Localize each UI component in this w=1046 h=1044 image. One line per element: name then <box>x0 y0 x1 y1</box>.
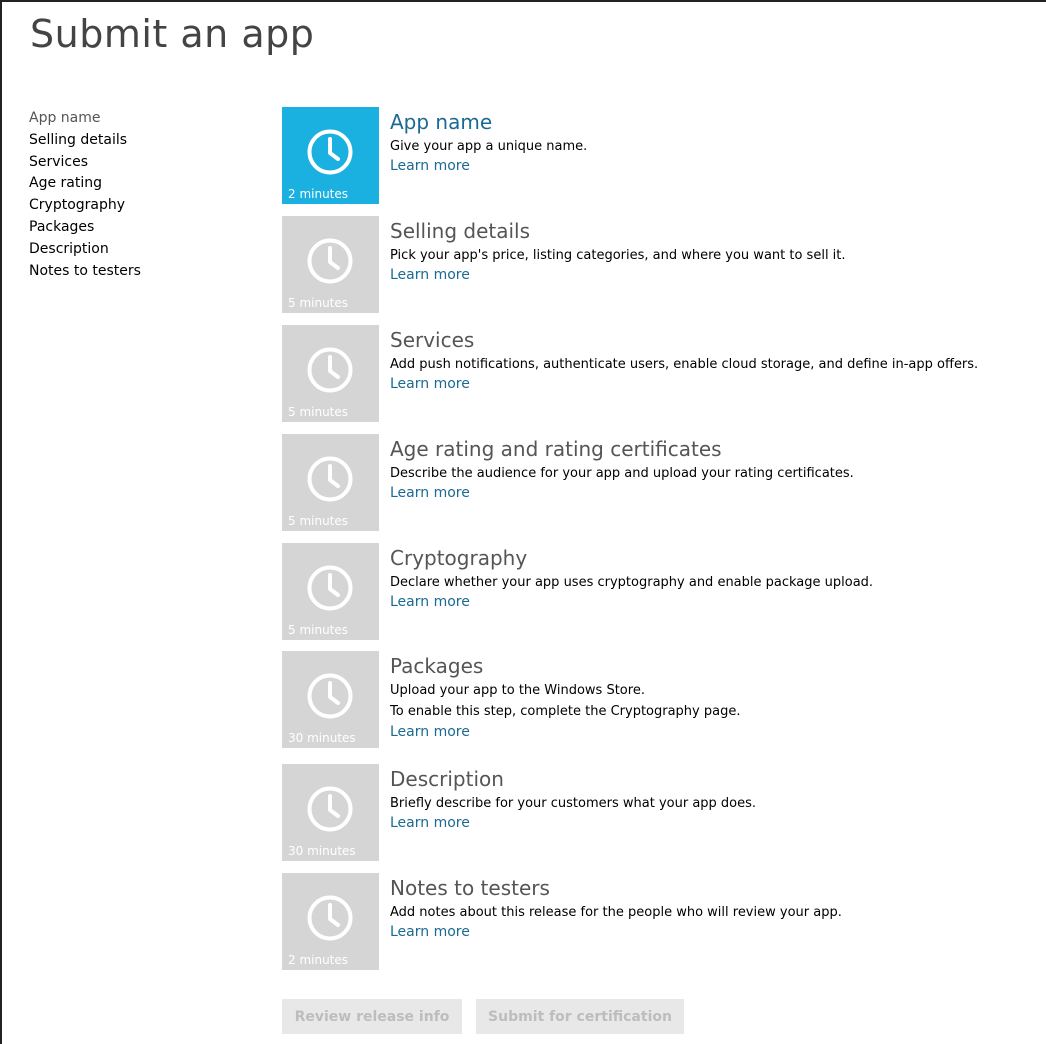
step-cryptography: 5 minutes Cryptography Declare whether y… <box>282 543 1042 640</box>
sidebar-item-services[interactable]: Services <box>29 152 259 174</box>
step-description: Give your app a unique name. <box>390 138 587 156</box>
step-description: Upload your app to the Windows Store. To… <box>390 682 740 721</box>
step-description: Describe the audience for your app and u… <box>390 465 854 483</box>
step-title: Cryptography <box>390 546 528 570</box>
step-tile[interactable]: 30 minutes <box>282 651 379 748</box>
step-duration: 30 minutes <box>288 731 356 745</box>
learn-more-link[interactable]: Learn more <box>390 485 470 501</box>
step-duration: 5 minutes <box>288 405 349 419</box>
step-title: Notes to testers <box>390 876 550 900</box>
step-tile[interactable]: 5 minutes <box>282 543 379 640</box>
clock-icon <box>307 565 353 611</box>
step-notes-to-testers: 2 minutes Notes to testers Add notes abo… <box>282 873 1042 970</box>
learn-more-link[interactable]: Learn more <box>390 267 470 283</box>
step-description-line: To enable this step, complete the Crypto… <box>390 704 741 719</box>
step-description: Add push notifications, authenticate use… <box>390 356 978 374</box>
learn-more-link[interactable]: Learn more <box>390 815 470 831</box>
step-packages: 30 minutes Packages Upload your app to t… <box>282 651 1042 748</box>
step-tile[interactable]: 5 minutes <box>282 325 379 422</box>
clock-icon <box>307 895 353 941</box>
step-duration: 5 minutes <box>288 623 349 637</box>
step-duration: 5 minutes <box>288 296 349 310</box>
step-tile[interactable]: 5 minutes <box>282 216 379 313</box>
step-selling-details: 5 minutes Selling details Pick your app'… <box>282 216 1042 313</box>
step-description-line: Pick your app's price, listing categorie… <box>390 248 846 263</box>
step-duration: 2 minutes <box>288 187 349 201</box>
clock-icon <box>307 786 353 832</box>
clock-icon <box>307 238 353 284</box>
learn-more-link[interactable]: Learn more <box>390 924 470 940</box>
learn-more-link[interactable]: Learn more <box>390 724 470 740</box>
step-duration: 2 minutes <box>288 953 349 967</box>
step-duration: 5 minutes <box>288 514 349 528</box>
sidebar-item-selling-details[interactable]: Selling details <box>29 130 259 152</box>
sidebar-item-app-name[interactable]: App name <box>29 108 259 130</box>
step-description-line: Upload your app to the Windows Store. <box>390 683 645 698</box>
sidebar-item-notes-to-testers[interactable]: Notes to testers <box>29 261 259 283</box>
step-description-line: Give your app a unique name. <box>390 139 588 154</box>
sidebar-item-age-rating[interactable]: Age rating <box>29 173 259 195</box>
learn-more-link[interactable]: Learn more <box>390 594 470 610</box>
step-description-line: Describe the audience for your app and u… <box>390 466 854 481</box>
step-title: Age rating and rating certificates <box>390 437 722 461</box>
step-title: Description <box>390 767 504 791</box>
sidebar-item-cryptography[interactable]: Cryptography <box>29 195 259 217</box>
step-description: Declare whether your app uses cryptograp… <box>390 574 873 592</box>
sidebar-item-description[interactable]: Description <box>29 239 259 261</box>
sidebar-item-packages[interactable]: Packages <box>29 217 259 239</box>
step-title: Packages <box>390 654 484 678</box>
step-title: Services <box>390 328 475 352</box>
clock-icon <box>307 456 353 502</box>
clock-icon <box>307 347 353 393</box>
step-title: App name <box>390 110 493 134</box>
step-app-name: 2 minutes App name Give your app a uniqu… <box>282 107 1042 204</box>
step-description-line: Briefly describe for your customers what… <box>390 796 757 811</box>
step-tile[interactable]: 2 minutes <box>282 873 379 970</box>
step-tile[interactable]: 5 minutes <box>282 434 379 531</box>
learn-more-link[interactable]: Learn more <box>390 376 470 392</box>
learn-more-link[interactable]: Learn more <box>390 158 470 174</box>
step-description: 30 minutes Description Briefly describe … <box>282 764 1042 861</box>
step-tile[interactable]: 30 minutes <box>282 764 379 861</box>
sidebar-nav: App name Selling details Services Age ra… <box>29 108 259 282</box>
step-description-line: Declare whether your app uses cryptograp… <box>390 575 874 590</box>
step-tile[interactable]: 2 minutes <box>282 107 379 204</box>
step-description-line: Add notes about this release for the peo… <box>390 905 842 920</box>
submit-for-certification-button[interactable]: Submit for certification <box>476 999 684 1034</box>
step-services: 5 minutes Services Add push notification… <box>282 325 1042 422</box>
step-title: Selling details <box>390 219 531 243</box>
clock-icon <box>307 673 353 719</box>
step-description-line: Add push notifications, authenticate use… <box>390 357 979 372</box>
step-description: Briefly describe for your customers what… <box>390 795 756 813</box>
clock-icon <box>307 129 353 175</box>
page-title: Submit an app <box>30 12 315 56</box>
step-description: Add notes about this release for the peo… <box>390 904 842 922</box>
step-duration: 30 minutes <box>288 844 356 858</box>
step-age-rating: 5 minutes Age rating and rating certific… <box>282 434 1042 531</box>
step-description: Pick your app's price, listing categorie… <box>390 247 846 265</box>
review-release-info-button[interactable]: Review release info <box>282 999 462 1034</box>
